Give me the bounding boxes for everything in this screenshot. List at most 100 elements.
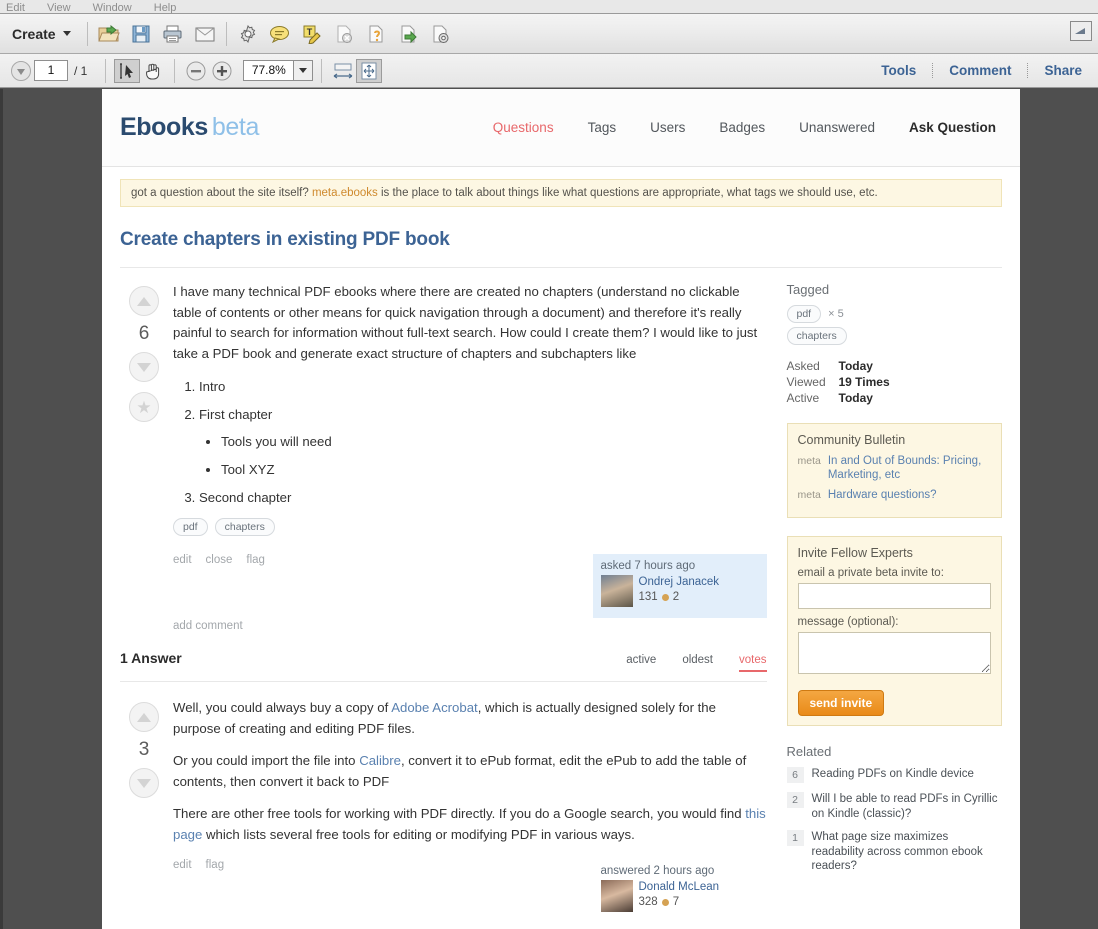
avatar[interactable] bbox=[600, 880, 633, 912]
sort-active[interactable]: active bbox=[626, 654, 656, 670]
question-chapter-list: Intro First chapter Tools you will need … bbox=[173, 376, 767, 508]
comment-link[interactable]: Comment bbox=[933, 63, 1029, 78]
select-tool-icon[interactable] bbox=[114, 58, 141, 83]
answer-p3-pre: There are other free tools for working w… bbox=[173, 806, 746, 821]
zoom-dropdown-button[interactable] bbox=[293, 60, 314, 81]
bronze-badge-count: 7 bbox=[672, 896, 680, 908]
edit-link[interactable]: edit bbox=[173, 554, 192, 618]
settings-gear-icon[interactable] bbox=[235, 21, 261, 47]
list-item[interactable]: 1 What page size maximizes readability a… bbox=[786, 830, 1003, 874]
sidebar-tag-chapters[interactable]: chapters bbox=[786, 327, 847, 345]
avatar[interactable] bbox=[600, 575, 633, 607]
list-item[interactable]: 6 Reading PDFs on Kindle device bbox=[786, 767, 1003, 783]
nav-questions[interactable]: Questions bbox=[493, 120, 554, 135]
bulletin-item[interactable]: meta Hardware questions? bbox=[798, 488, 992, 502]
question-title[interactable]: Create chapters in existing PDF book bbox=[120, 229, 1002, 251]
answer-downvote-button[interactable] bbox=[129, 768, 159, 798]
stat-viewed-key: Viewed bbox=[786, 375, 826, 389]
community-bulletin-box: Community Bulletin meta In and Out of Bo… bbox=[786, 423, 1002, 518]
close-link[interactable]: close bbox=[206, 554, 233, 618]
share-link[interactable]: Share bbox=[1028, 63, 1098, 78]
zoom-in-icon[interactable] bbox=[209, 59, 235, 83]
downvote-button[interactable] bbox=[129, 352, 159, 382]
calibre-link[interactable]: Calibre bbox=[359, 753, 401, 768]
site-logo[interactable]: Ebooks beta bbox=[120, 113, 259, 142]
sub-list: Tools you will need Tool XYZ bbox=[199, 431, 767, 480]
question-vote-controls: 6 ★ bbox=[120, 282, 168, 618]
list-item: Second chapter bbox=[199, 487, 767, 508]
create-button[interactable]: Create bbox=[8, 24, 79, 44]
related-score: 6 bbox=[786, 767, 804, 783]
upvote-button[interactable] bbox=[129, 286, 159, 316]
invite-message-textarea[interactable] bbox=[797, 632, 991, 674]
minimize-button[interactable] bbox=[1070, 21, 1092, 41]
page-down-icon[interactable] bbox=[8, 59, 34, 83]
nav-divider-1 bbox=[105, 58, 107, 83]
answer-paragraph-1: Well, you could always buy a copy of Ado… bbox=[173, 698, 767, 739]
fit-page-icon[interactable] bbox=[356, 58, 383, 83]
question-score: 6 bbox=[138, 323, 150, 344]
menu-item-help[interactable]: Help bbox=[154, 3, 177, 14]
save-icon[interactable] bbox=[128, 21, 154, 47]
bulletin-meta-tag: meta bbox=[797, 455, 821, 467]
question-add-comment[interactable]: add comment bbox=[120, 620, 767, 632]
document-help-icon[interactable] bbox=[363, 21, 389, 47]
document-delete-icon[interactable] bbox=[331, 21, 357, 47]
stat-asked-value: Today bbox=[838, 359, 873, 373]
invite-email-input[interactable] bbox=[797, 583, 991, 609]
favorite-button[interactable]: ★ bbox=[129, 392, 159, 422]
comment-bubble-icon[interactable] bbox=[267, 21, 293, 47]
toolbar-divider bbox=[86, 21, 88, 46]
print-icon[interactable] bbox=[160, 21, 186, 47]
answer-author-name[interactable]: Donald McLean bbox=[639, 880, 720, 895]
flag-link[interactable]: flag bbox=[246, 554, 265, 618]
sidebar-tag-pdf-count: × 5 bbox=[828, 308, 844, 320]
answer-flag-link[interactable]: flag bbox=[206, 859, 225, 923]
invite-experts-title: Invite Fellow Experts bbox=[797, 546, 913, 560]
tag-chapters[interactable]: chapters bbox=[214, 518, 275, 536]
pdf-viewport[interactable]: Ebooks beta Questions Tags Users Badges U… bbox=[0, 89, 1098, 929]
menu-bar: Edit View Window Help bbox=[0, 0, 1098, 14]
open-folder-icon[interactable] bbox=[96, 21, 122, 47]
nav-unanswered[interactable]: Unanswered bbox=[799, 120, 875, 135]
tag-pdf[interactable]: pdf bbox=[173, 518, 208, 536]
document-settings-icon[interactable] bbox=[427, 21, 453, 47]
nav-badges[interactable]: Badges bbox=[719, 120, 765, 135]
list-item: Intro bbox=[199, 376, 767, 397]
pdf-page: Ebooks beta Questions Tags Users Badges U… bbox=[102, 89, 1020, 929]
stat-asked: Asked Today bbox=[787, 359, 1003, 373]
page-number-input[interactable]: 1 bbox=[34, 60, 68, 81]
hand-tool-icon[interactable] bbox=[140, 59, 166, 83]
send-invite-button[interactable]: send invite bbox=[797, 690, 885, 716]
sort-oldest[interactable]: oldest bbox=[682, 654, 713, 670]
list-item[interactable]: 2 Will I be able to read PDFs in Cyrilli… bbox=[786, 792, 1003, 821]
answer-upvote-button[interactable] bbox=[129, 702, 159, 732]
email-icon[interactable] bbox=[192, 21, 218, 47]
sort-votes[interactable]: votes bbox=[739, 654, 767, 672]
zoom-out-icon[interactable] bbox=[183, 59, 209, 83]
stat-viewed: Viewed 19 Times bbox=[787, 375, 1003, 389]
fit-width-icon[interactable] bbox=[330, 59, 356, 83]
tools-link[interactable]: Tools bbox=[865, 63, 934, 78]
nav-users[interactable]: Users bbox=[650, 120, 685, 135]
adobe-acrobat-link[interactable]: Adobe Acrobat bbox=[391, 700, 478, 715]
asked-timestamp: asked 7 hours ago bbox=[600, 560, 696, 572]
site-logo-name: Ebooks bbox=[120, 113, 208, 141]
menu-item-view[interactable]: View bbox=[47, 3, 71, 14]
bulletin-item[interactable]: meta In and Out of Bounds: Pricing, Mark… bbox=[798, 454, 992, 482]
answer-p3-post: which lists several free tools for editi… bbox=[202, 826, 635, 842]
zoom-level-input[interactable]: 77.8% bbox=[243, 60, 294, 81]
community-bulletin-title: Community Bulletin bbox=[797, 433, 906, 447]
document-export-icon[interactable] bbox=[395, 21, 421, 47]
author-name[interactable]: Ondrej Janacek bbox=[639, 575, 720, 590]
sidebar-tag-pdf[interactable]: pdf bbox=[786, 305, 822, 323]
menu-item-edit[interactable]: Edit bbox=[6, 3, 25, 14]
meta-ebooks-link[interactable]: meta.ebooks bbox=[312, 187, 378, 199]
sidebar: Tagged pdf × 5 chapters Asked Today View… bbox=[786, 268, 1003, 929]
nav-ask-question[interactable]: Ask Question bbox=[909, 120, 996, 135]
menu-item-window[interactable]: Window bbox=[93, 3, 132, 14]
text-highlight-icon[interactable]: T bbox=[299, 21, 325, 47]
nav-tags[interactable]: Tags bbox=[588, 120, 617, 135]
create-button-label: Create bbox=[12, 25, 56, 42]
answer-edit-link[interactable]: edit bbox=[173, 859, 192, 923]
